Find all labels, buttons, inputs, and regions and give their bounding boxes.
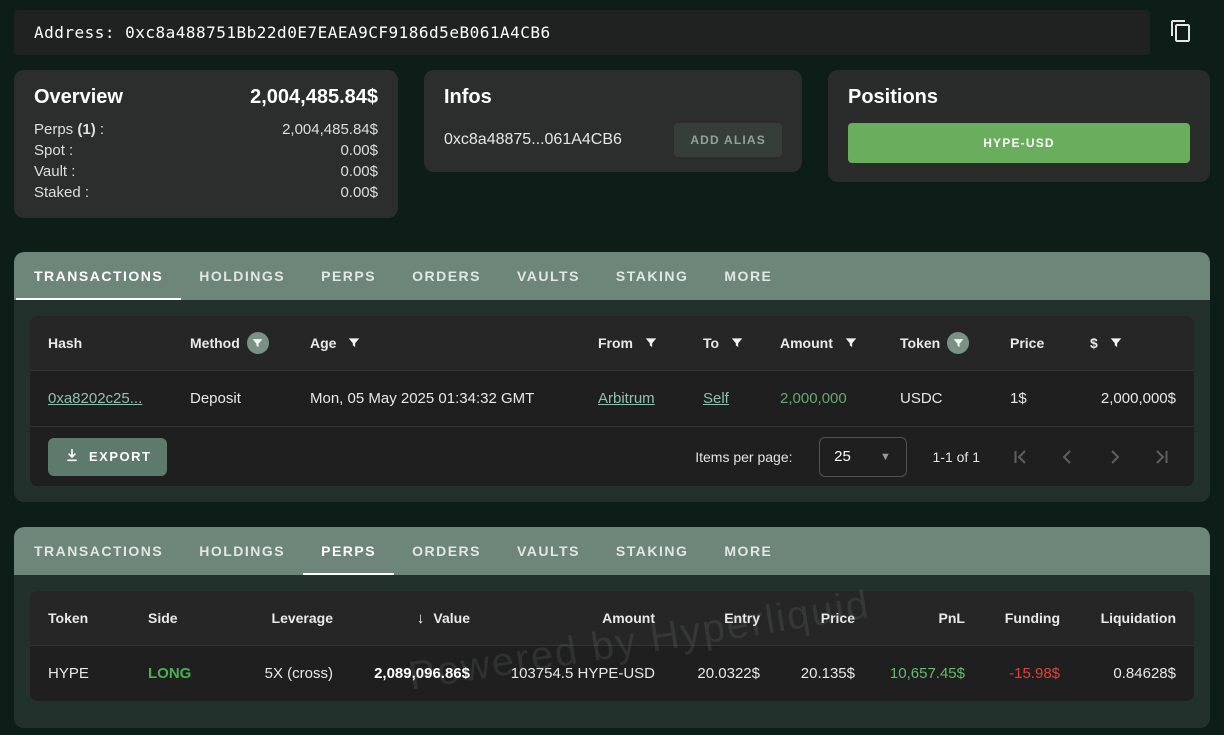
perps-table: Token Side Leverage ↓ Value Amount Entry… [30,591,1194,701]
perps-tabbar: TRANSACTIONS HOLDINGS PERPS ORDERS VAULT… [14,527,1210,575]
tx-to-link[interactable]: Self [703,390,729,407]
tab-perps[interactable]: PERPS [303,252,394,300]
tab-more[interactable]: MORE [706,252,790,300]
tab-staking[interactable]: STAKING [598,252,706,300]
first-page-icon[interactable] [1006,444,1032,470]
transactions-table-header: Hash Method Age From To Amount Token Pri… [30,316,1194,370]
transactions-tabbar: TRANSACTIONS HOLDINGS PERPS ORDERS VAULT… [14,252,1210,300]
overview-row-vault: Vault : 0.00$ [34,161,378,182]
perps-position-row: HYPE LONG 5X (cross) 2,089,096.86$ 10375… [30,645,1194,701]
items-per-page-label: Items per page: [695,449,792,465]
position-token: HYPE [48,665,148,682]
infos-card: Infos 0xc8a48875...061A4CB6 ADD ALIAS [424,70,802,172]
transactions-table-footer: EXPORT Items per page: 25 ▼ 1-1 of 1 [30,426,1194,486]
tab-transactions[interactable]: TRANSACTIONS [16,252,181,300]
tab-vaults[interactable]: VAULTS [499,252,598,300]
perps-value: 2,004,485.84$ [282,119,378,140]
sort-by-value-header[interactable]: ↓ Value [333,610,470,627]
amount-filter-icon[interactable] [840,332,862,354]
page-size-select[interactable]: 25 ▼ [819,437,907,477]
previous-page-icon[interactable] [1054,444,1080,470]
pagination: Items per page: 25 ▼ 1-1 of 1 [695,437,1176,477]
address-label: Address: [34,23,115,42]
export-button[interactable]: EXPORT [48,438,167,476]
position-entry: 20.0322$ [655,665,760,682]
age-filter-icon[interactable] [343,332,365,354]
from-filter-icon[interactable] [640,332,662,354]
position-amount: 103754.5 HYPE-USD [470,665,655,682]
position-leverage: 5X (cross) [248,665,333,682]
tx-token: USDC [900,390,1010,407]
tab-orders-2[interactable]: ORDERS [394,527,499,575]
tx-usd-value: 2,000,000$ [1090,390,1176,407]
tx-method: Deposit [190,390,310,407]
overview-total-value: 2,004,485.84$ [250,86,378,109]
tab-transactions-2[interactable]: TRANSACTIONS [16,527,181,575]
tab-staking-2[interactable]: STAKING [598,527,706,575]
staked-value: 0.00$ [340,182,378,203]
download-icon [64,447,80,466]
position-hype-usd-button[interactable]: HYPE-USD [848,123,1190,163]
chevron-down-icon: ▼ [880,451,891,463]
spot-value: 0.00$ [340,140,378,161]
overview-card: Overview 2,004,485.84$ Perps (1) : 2,004… [14,70,398,218]
tx-amount: 2,000,000 [780,390,900,407]
vault-value: 0.00$ [340,161,378,182]
to-filter-icon[interactable] [726,332,748,354]
tx-from-link[interactable]: Arbitrum [598,390,655,407]
positions-title: Positions [848,86,1190,109]
tx-price: 1$ [1010,390,1090,407]
position-value: 2,089,096.86$ [333,665,470,682]
tx-hash-link[interactable]: 0xa8202c25... [48,390,142,407]
token-filter-icon[interactable] [947,332,969,354]
tab-orders[interactable]: ORDERS [394,252,499,300]
tab-more-2[interactable]: MORE [706,527,790,575]
method-filter-icon[interactable] [247,332,269,354]
next-page-icon[interactable] [1102,444,1128,470]
page-range-label: 1-1 of 1 [933,449,980,465]
address-value: 0xc8a488751Bb22d0E7EAEA9CF9186d5eB061A4C… [125,23,551,42]
copy-address-button[interactable] [1164,16,1198,50]
position-funding: -15.98$ [965,665,1060,682]
usd-filter-icon[interactable] [1105,332,1127,354]
address-bar: Address: 0xc8a488751Bb22d0E7EAEA9CF9186d… [14,10,1150,55]
overview-row-spot: Spot : 0.00$ [34,140,378,161]
short-address: 0xc8a48875...061A4CB6 [444,131,622,149]
perps-section: TRANSACTIONS HOLDINGS PERPS ORDERS VAULT… [14,527,1210,728]
tx-age: Mon, 05 May 2025 01:34:32 GMT [310,390,598,407]
overview-row-perps: Perps (1) : 2,004,485.84$ [34,119,378,140]
position-liquidation: 0.84628$ [1060,665,1176,682]
position-side: LONG [148,665,248,682]
overview-title: Overview [34,86,123,109]
transaction-row: 0xa8202c25... Deposit Mon, 05 May 2025 0… [30,370,1194,426]
transactions-table: Hash Method Age From To Amount Token Pri… [30,316,1194,486]
transactions-section: TRANSACTIONS HOLDINGS PERPS ORDERS VAULT… [14,252,1210,502]
copy-icon [1169,19,1193,48]
tab-vaults-2[interactable]: VAULTS [499,527,598,575]
infos-title: Infos [444,86,782,109]
add-alias-button[interactable]: ADD ALIAS [674,123,782,157]
positions-card: Positions HYPE-USD [828,70,1210,182]
tab-perps-2[interactable]: PERPS [303,527,394,575]
position-pnl: 10,657.45$ [855,665,965,682]
last-page-icon[interactable] [1150,444,1176,470]
tab-holdings[interactable]: HOLDINGS [181,252,303,300]
overview-row-staked: Staked : 0.00$ [34,182,378,203]
position-price: 20.135$ [760,665,855,682]
perps-table-header: Token Side Leverage ↓ Value Amount Entry… [30,591,1194,645]
sort-descending-icon: ↓ [417,610,425,627]
tab-holdings-2[interactable]: HOLDINGS [181,527,303,575]
